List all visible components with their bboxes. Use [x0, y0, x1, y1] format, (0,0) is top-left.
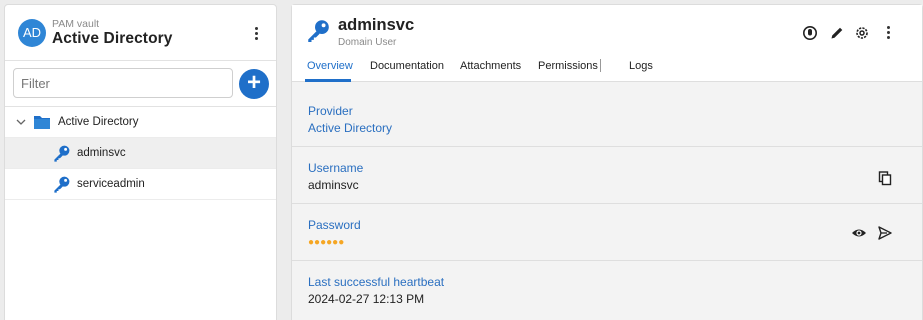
- key-icon: [54, 176, 70, 193]
- tree-item-label: adminsvc: [77, 147, 126, 159]
- username-field: Username adminsvc: [292, 147, 922, 204]
- provider-label: Provider: [308, 104, 353, 118]
- username-label: Username: [308, 161, 364, 175]
- tab-overview[interactable]: Overview: [307, 60, 353, 72]
- key-icon: [308, 20, 329, 43]
- view-icon[interactable]: [851, 225, 867, 241]
- filter-input[interactable]: [13, 68, 233, 98]
- tree-item-label: serviceadmin: [77, 178, 145, 190]
- settings-icon[interactable]: [854, 25, 870, 41]
- password-field: Password ●●●●●●: [292, 204, 922, 261]
- vault-sidebar: AD PAM vault Active Directory + Active D…: [4, 4, 277, 320]
- tab-documentation[interactable]: Documentation: [370, 60, 444, 72]
- password-label: Password: [308, 218, 361, 232]
- heartbeat-field: Last successful heartbeat 2024-02-27 12:…: [292, 261, 922, 320]
- entry-header: adminsvc Domain User Overview Documentat…: [292, 5, 922, 82]
- password-value: ●●●●●●: [308, 237, 345, 248]
- send-icon[interactable]: [877, 225, 893, 241]
- more-icon[interactable]: [882, 24, 896, 42]
- tab-attachments[interactable]: Attachments: [460, 60, 521, 72]
- active-tab-indicator: [305, 79, 351, 82]
- entry-subtitle: Domain User: [338, 37, 397, 48]
- vault-title[interactable]: Active Directory: [52, 30, 172, 48]
- heartbeat-value: 2024-02-27 12:13 PM: [308, 292, 425, 306]
- provider-value[interactable]: Active Directory: [308, 121, 392, 135]
- heartbeat-label: Last successful heartbeat: [308, 275, 445, 289]
- checkout-icon[interactable]: [802, 25, 818, 41]
- chevron-down-icon[interactable]: [15, 116, 27, 128]
- vault-avatar[interactable]: AD: [18, 19, 46, 47]
- username-value: adminsvc: [308, 178, 359, 192]
- more-options-icon[interactable]: [250, 25, 264, 43]
- filter-bar: +: [5, 61, 276, 107]
- tree-item-active-directory[interactable]: Active Directory: [5, 107, 276, 138]
- tab-logs[interactable]: Logs: [629, 60, 653, 72]
- tab-permissions[interactable]: Permissions: [538, 60, 598, 72]
- entry-title: adminsvc: [338, 16, 415, 34]
- tab-divider: [600, 59, 601, 72]
- tree-item-label: Active Directory: [58, 116, 139, 128]
- vault-label: PAM vault: [52, 18, 100, 30]
- key-icon: [54, 145, 70, 162]
- provider-field: Provider Active Directory: [292, 91, 922, 147]
- folder-icon: [34, 116, 50, 129]
- tree-item-adminsvc[interactable]: adminsvc: [5, 138, 276, 169]
- tree-item-serviceadmin[interactable]: serviceadmin: [5, 169, 276, 200]
- add-entry-button[interactable]: +: [239, 69, 269, 99]
- edit-icon[interactable]: [829, 25, 845, 41]
- vault-header: AD PAM vault Active Directory: [5, 5, 276, 61]
- entry-panel: adminsvc Domain User Overview Documentat…: [291, 4, 923, 320]
- copy-icon[interactable]: [877, 170, 893, 186]
